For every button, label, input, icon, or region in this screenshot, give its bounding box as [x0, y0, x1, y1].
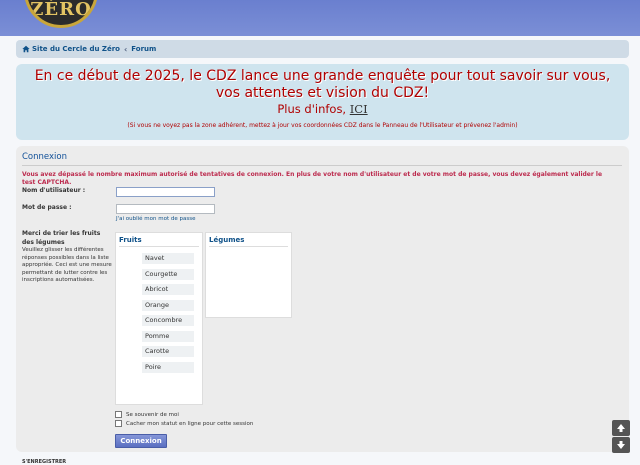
checkbox-box[interactable] [115, 411, 122, 418]
username-input[interactable] [116, 187, 215, 197]
login-panel: Connexion Vous avez dépassé le nombre ma… [16, 146, 629, 452]
home-icon [22, 45, 30, 53]
announcement-link[interactable]: ICI [350, 102, 368, 116]
breadcrumb-separator: ‹ [124, 44, 128, 54]
login-submit-button[interactable]: Connexion [115, 434, 167, 448]
password-label: Mot de passe : [22, 204, 72, 211]
announcement-headline: En ce début de 2025, le CDZ lance une gr… [34, 68, 611, 101]
breadcrumb: Site du Cercle du Zéro ‹ Forum [16, 40, 629, 58]
announcement-info: Plus d'infos, ICI [277, 102, 368, 116]
arrow-down-icon [617, 441, 625, 449]
remember-me-checkbox[interactable]: Se souvenir de moi [115, 411, 179, 418]
list-item[interactable]: Courgette [142, 269, 194, 280]
list-item[interactable]: Abricot [142, 284, 194, 295]
hide-status-checkbox[interactable]: Cacher mon statut en ligne pour cette se… [115, 420, 253, 427]
announcement-note: (Si vous ne voyez pas la zone adhérent, … [127, 122, 518, 129]
list-item[interactable]: Poire [142, 362, 194, 373]
breadcrumb-forum-link[interactable]: Forum [131, 45, 156, 53]
list-item[interactable]: Carotte [142, 346, 194, 357]
list-item[interactable]: Orange [142, 300, 194, 311]
breadcrumb-home-link[interactable]: Site du Cercle du Zéro [32, 45, 120, 53]
list-item[interactable]: Navet [142, 253, 194, 264]
site-header: ZÉRO [0, 0, 640, 36]
legumes-list[interactable]: Légumes [205, 232, 292, 318]
password-input[interactable] [116, 204, 215, 214]
site-logo[interactable]: ZÉRO [24, 0, 98, 28]
list-item[interactable]: Concombre [142, 315, 194, 326]
forgot-password-link[interactable]: J'ai oublié mon mot de passe [116, 216, 196, 222]
captcha-instructions: Merci de trier les fruits des légumes Ve… [22, 230, 112, 283]
arrow-up-icon [617, 424, 625, 432]
checkbox-box[interactable] [115, 420, 122, 427]
list-item[interactable]: Pomme [142, 331, 194, 342]
fruits-list[interactable]: Fruits Navet Courgette Abricot Orange Co… [115, 232, 203, 405]
username-label: Nom d'utilisateur : [22, 187, 86, 194]
announcement-box: En ce début de 2025, le CDZ lance une gr… [16, 64, 629, 140]
scroll-up-button[interactable] [612, 420, 630, 436]
scroll-down-button[interactable] [612, 437, 630, 453]
register-heading: S'ENREGISTRER [22, 459, 67, 465]
captcha-error-message: Vous avez dépassé le nombre maximum auto… [22, 171, 603, 186]
login-title: Connexion [22, 152, 622, 166]
